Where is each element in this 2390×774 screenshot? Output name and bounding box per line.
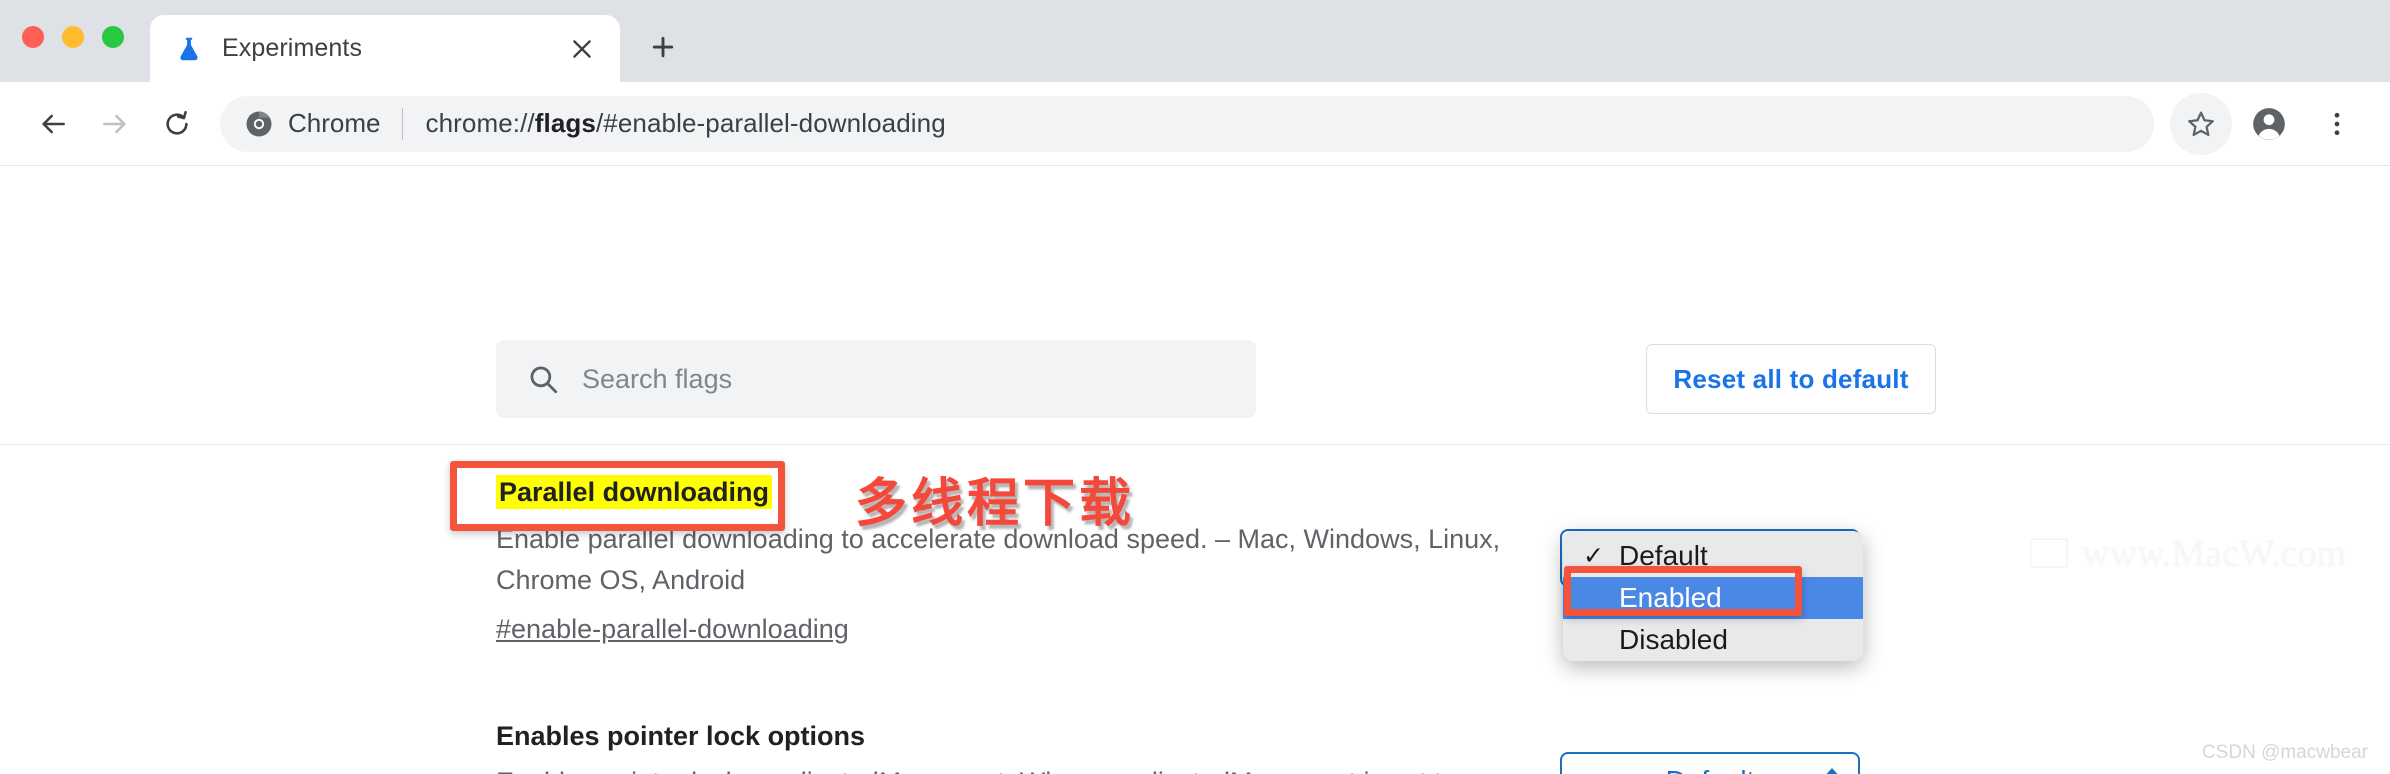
flags-list: Parallel downloading Enable parallel dow… xyxy=(0,445,2390,774)
back-arrow-icon[interactable] xyxy=(22,93,84,155)
flags-page: Reset all to default Parallel downloadin… xyxy=(0,166,2390,774)
chrome-identity-chip: Chrome xyxy=(244,108,380,139)
stepper-arrows-icon xyxy=(1822,767,1842,774)
close-window-button[interactable] xyxy=(22,26,44,48)
flag-title: Enables pointer lock options xyxy=(496,720,866,751)
flag-select-pointer-lock-options[interactable]: Default xyxy=(1560,751,1860,774)
flag-title: Parallel downloading xyxy=(496,475,1516,511)
traffic-lights xyxy=(22,26,124,48)
url-suffix: /#enable-parallel-downloading xyxy=(595,108,946,138)
star-icon[interactable] xyxy=(2170,92,2232,155)
minimize-window-button[interactable] xyxy=(62,26,84,48)
flag-anchor-link[interactable]: #enable-parallel-downloading xyxy=(496,614,849,645)
title-bar: Experiments xyxy=(0,0,2390,82)
toolbar-icon-group xyxy=(2170,92,2368,155)
flag-description: Enables pointer lock unadjustedMovement.… xyxy=(496,762,1516,774)
three-dot-menu-icon[interactable] xyxy=(2306,93,2368,155)
flag-text-block: Enables pointer lock options Enables poi… xyxy=(496,719,1556,774)
forward-arrow-icon[interactable] xyxy=(84,93,146,155)
reset-all-to-default-button[interactable]: Reset all to default xyxy=(1646,344,1936,414)
search-icon xyxy=(526,362,560,396)
new-tab-button[interactable] xyxy=(630,14,696,80)
zoom-window-button[interactable] xyxy=(102,26,124,48)
tab-title: Experiments xyxy=(222,34,363,62)
flag-control: Default xyxy=(1560,751,1860,774)
select-option-default[interactable]: Default xyxy=(1563,535,1863,577)
account-avatar-icon[interactable] xyxy=(2238,93,2300,155)
select-option-enabled[interactable]: Enabled xyxy=(1563,577,1863,619)
address-bar-url: chrome://flags/#enable-parallel-download… xyxy=(425,108,945,139)
url-host: flags xyxy=(534,108,596,138)
chrome-logo-icon xyxy=(244,109,274,139)
omnibox-divider xyxy=(402,107,404,140)
browser-window: Experiments Chrome chrome://flags/#enabl… xyxy=(0,0,2390,774)
browser-toolbar: Chrome chrome://flags/#enable-parallel-d… xyxy=(0,82,2390,166)
address-bar[interactable]: Chrome chrome://flags/#enable-parallel-d… xyxy=(220,95,2154,152)
flag-title-highlighted: Parallel downloading xyxy=(496,475,773,509)
tab-experiments[interactable]: Experiments xyxy=(150,15,620,82)
flag-row-parallel-downloading: Parallel downloading Enable parallel dow… xyxy=(0,445,2390,645)
flag-select-popup-parallel-downloading[interactable]: Default Enabled Disabled xyxy=(1563,531,1863,661)
tab-strip: Experiments xyxy=(150,14,696,82)
flag-text-block: Parallel downloading Enable parallel dow… xyxy=(496,475,1556,645)
select-option-disabled[interactable]: Disabled xyxy=(1563,619,1863,661)
search-input[interactable] xyxy=(582,363,1226,395)
chrome-chip-label: Chrome xyxy=(288,108,381,138)
reload-icon[interactable] xyxy=(146,93,208,155)
flask-icon xyxy=(174,34,204,64)
url-prefix: chrome:// xyxy=(425,108,535,138)
flag-select-value: Default xyxy=(1666,765,1755,774)
flag-row-pointer-lock-options: Enables pointer lock options Enables poi… xyxy=(0,645,2390,774)
close-icon[interactable] xyxy=(562,29,602,69)
search-flags-box[interactable] xyxy=(496,340,1256,418)
flag-description: Enable parallel downloading to accelerat… xyxy=(496,523,1501,596)
